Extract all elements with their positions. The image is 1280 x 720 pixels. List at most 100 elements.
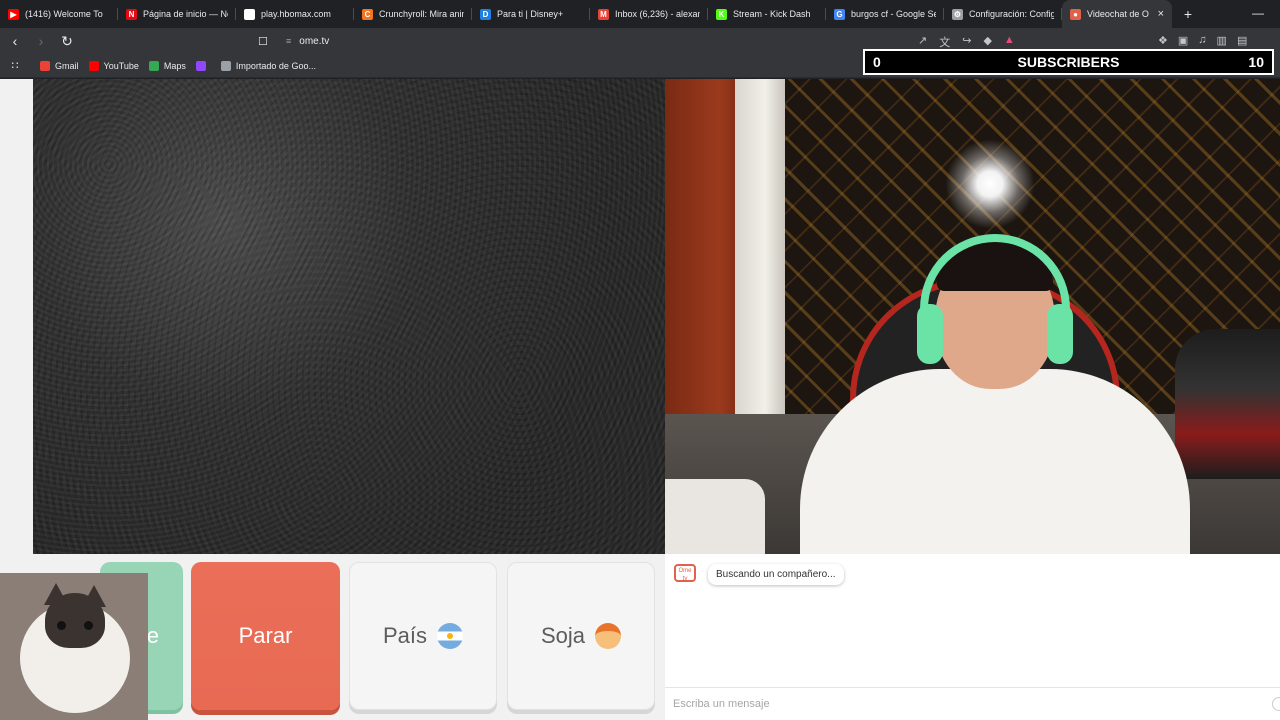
share-icon[interactable]: ↪ xyxy=(962,34,971,50)
country-button[interactable]: País xyxy=(349,562,497,710)
tab-title: Videochat de O xyxy=(1087,9,1149,19)
tab-title: (1416) Welcome To xyxy=(25,9,103,19)
browser-tab[interactable]: Gburgos cf - Google Se xyxy=(826,0,944,28)
browser-tab[interactable]: C Crunchyroll: Mira anim xyxy=(354,0,472,28)
tab-strip: ▶ (1416) Welcome To N Página de inicio — Ne… xyxy=(0,0,1280,28)
brave-shield-icon[interactable]: ◆ xyxy=(983,34,991,50)
bed xyxy=(665,479,765,554)
bookmark-favicon-icon xyxy=(220,60,231,71)
bookmark-label: Gmail xyxy=(55,60,79,71)
bookmark-label: YouTube xyxy=(103,60,139,71)
tab-title: Para ti | Disney+ xyxy=(497,9,564,19)
clothes-pile xyxy=(1175,329,1280,479)
bookmark-favicon-icon xyxy=(195,60,206,71)
emoji-icon[interactable] xyxy=(1272,697,1280,711)
tab-favicon-icon: G xyxy=(834,8,845,20)
country-button-label: País xyxy=(382,623,428,648)
message-input[interactable] xyxy=(665,687,1280,720)
bookmark-item[interactable]: Importado de Goo... xyxy=(220,60,316,71)
cat-eye-right xyxy=(84,621,93,630)
screenshot-icon[interactable]: ▣ xyxy=(1178,34,1188,47)
tab-title: burgos cf - Google Se xyxy=(851,9,936,19)
extension-actions: ❖ ▣ ♫ ▥ ▤ xyxy=(1158,34,1247,47)
url-text[interactable]: ome.tv xyxy=(299,36,329,47)
tab-title: Stream - Kick Dash xyxy=(733,9,811,19)
brave-rewards-icon[interactable]: ▲ xyxy=(1004,34,1015,50)
omnibox-actions: ↗ 文 ↪ ◆ ▲ xyxy=(918,34,1015,50)
tab-favicon-icon: ● xyxy=(1070,8,1081,20)
reload-icon[interactable]: ↻ xyxy=(56,30,78,52)
wallet-icon[interactable]: ▤ xyxy=(1237,34,1247,47)
gender-button-label: Soja xyxy=(540,623,586,648)
argentina-flag-icon xyxy=(437,623,464,649)
media-icon[interactable]: ♫ xyxy=(1198,34,1206,47)
subscriber-goal: 10 xyxy=(1248,54,1264,70)
bookmark-icon[interactable]: ☐ xyxy=(258,35,274,48)
headset-cup-right xyxy=(1047,304,1073,364)
gender-button[interactable]: Soja xyxy=(507,562,655,710)
tab-favicon-icon: D xyxy=(480,8,491,20)
bookmark-item[interactable]: YouTube xyxy=(88,60,139,71)
bookmark-favicon-icon xyxy=(40,60,50,71)
ceiling-light xyxy=(945,139,1035,229)
bookmark-label: Maps xyxy=(163,60,186,71)
tab-favicon-icon: C xyxy=(362,8,373,20)
tab-favicon-icon: ● xyxy=(244,8,255,20)
browser-tab[interactable]: N Página de inicio — Ne xyxy=(118,0,236,28)
status-message: Buscando un compañero... xyxy=(708,564,844,585)
cat-head xyxy=(45,593,105,648)
start-button-label: e xyxy=(146,623,159,648)
ometv-logo-icon: Ome tv xyxy=(674,564,696,582)
forward-icon[interactable]: › xyxy=(30,30,52,52)
tab-favicon-icon: K xyxy=(716,8,727,20)
bookmark-label: Importado de Goo... xyxy=(235,60,316,71)
close-tab-icon[interactable]: × xyxy=(1154,8,1164,20)
stop-button-label: Parar xyxy=(238,623,293,648)
stranger-video xyxy=(33,79,665,554)
browser-tab[interactable]: ⚙ Configuración: Config xyxy=(944,0,1062,28)
tab-favicon-icon: N xyxy=(126,8,137,20)
self-video xyxy=(665,79,1280,554)
subscriber-start: 0 xyxy=(873,54,881,70)
webcam-overlay-cat xyxy=(0,573,148,720)
minimize-button[interactable]: — xyxy=(1252,6,1264,20)
bookmark-favicon-icon xyxy=(88,60,99,71)
browser-tab[interactable]: D Para ti | Disney+ xyxy=(472,0,590,28)
browser-tab[interactable]: ● Videochat de O × xyxy=(1062,0,1172,28)
stop-button[interactable]: Parar xyxy=(191,562,340,710)
tab-favicon-icon: ⚙ xyxy=(952,8,963,20)
door-frame xyxy=(735,79,785,424)
person-body xyxy=(800,369,1190,554)
cat-eye-left xyxy=(57,621,66,630)
translate-icon[interactable]: 文 xyxy=(939,34,950,50)
bookmark-item[interactable]: Maps xyxy=(148,60,186,71)
tab-title: Crunchyroll: Mira anim xyxy=(379,9,464,19)
tab-title: Configuración: Config xyxy=(969,9,1054,19)
headset-cup-left xyxy=(917,304,943,364)
woman-face-icon xyxy=(595,623,622,649)
bookmark-item[interactable]: Gmail xyxy=(40,60,79,71)
chat-panel: Ome tv Buscando un compañero... xyxy=(665,554,1280,720)
site-info-icon[interactable]: ≡ xyxy=(286,36,291,46)
sidebar-icon[interactable]: ▥ xyxy=(1217,34,1227,47)
tab-favicon-icon: ▶ xyxy=(8,8,19,20)
bookmark-item[interactable] xyxy=(195,60,211,71)
browser-tab[interactable]: ● play.hbomax.com xyxy=(236,0,354,28)
apps-icon[interactable]: ∷ xyxy=(0,59,30,72)
open-in-app-icon[interactable]: ↗ xyxy=(918,34,927,50)
back-icon[interactable]: ‹ xyxy=(4,30,26,52)
tab-title: play.hbomax.com xyxy=(261,9,331,19)
browser-tab[interactable]: K Stream - Kick Dash xyxy=(708,0,826,28)
tab-title: Página de inicio — Ne xyxy=(143,9,228,19)
tab-favicon-icon: M xyxy=(598,8,609,20)
tab-title: Inbox (6,236) - alexand xyxy=(615,9,700,19)
browser-tab[interactable]: ▶ (1416) Welcome To xyxy=(0,0,118,28)
browser-tab[interactable]: M Inbox (6,236) - alexand xyxy=(590,0,708,28)
ometv-page: e Parar País Soja Ome tv Buscando un com… xyxy=(0,79,1280,720)
subscriber-label: SUBSCRIBERS xyxy=(1017,54,1120,70)
extensions-icon[interactable]: ❖ xyxy=(1158,34,1168,47)
static-noise xyxy=(33,79,665,554)
new-tab-button[interactable]: + xyxy=(1178,6,1198,22)
subscriber-counter: 0 SUBSCRIBERS 10 xyxy=(863,49,1274,75)
bookmark-favicon-icon xyxy=(148,60,159,71)
